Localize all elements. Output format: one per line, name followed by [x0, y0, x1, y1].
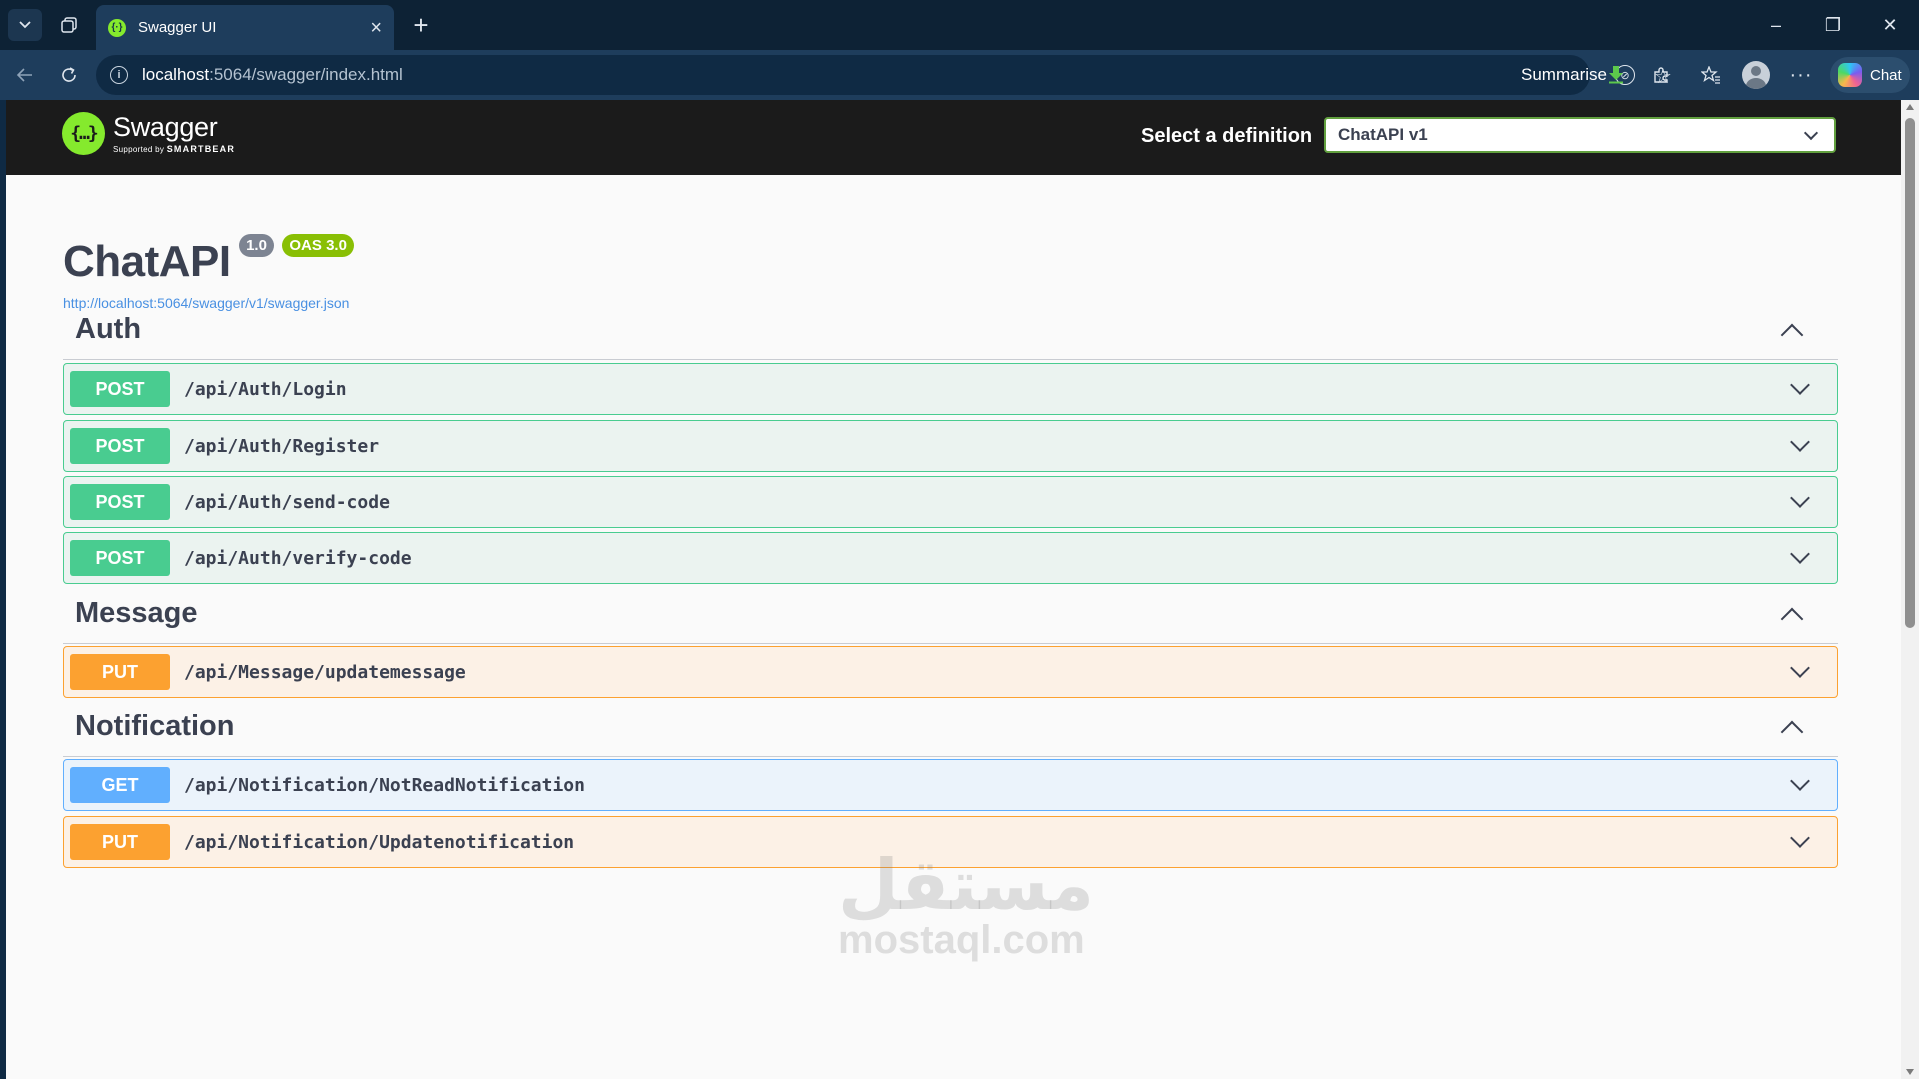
back-button[interactable]: [8, 58, 42, 92]
operation-row[interactable]: POST /api/Auth/Login: [63, 363, 1838, 415]
section-title: Message: [75, 597, 198, 629]
scroll-down-arrow-icon[interactable]: [1906, 1069, 1914, 1075]
chevron-down-icon[interactable]: [1790, 432, 1810, 452]
operation-row[interactable]: POST /api/Auth/send-code: [63, 476, 1838, 528]
chevron-down-icon[interactable]: [1790, 488, 1810, 508]
avatar: [1742, 61, 1770, 89]
site-info-icon[interactable]: i: [110, 66, 128, 84]
reload-icon: [62, 67, 76, 82]
new-tab-button[interactable]: +: [404, 9, 438, 41]
method-badge: PUT: [70, 654, 170, 690]
operation-row[interactable]: POST /api/Auth/verify-code: [63, 532, 1838, 584]
chevron-down-icon[interactable]: [1790, 658, 1810, 678]
chevron-up-icon[interactable]: [1780, 720, 1804, 743]
browser-tab-bar: {·} Swagger UI × + – ❐ ✕: [0, 0, 1919, 50]
workspaces-icon: [61, 17, 77, 33]
tab-list-button[interactable]: [8, 9, 42, 41]
operation-row[interactable]: POST /api/Auth/Register: [63, 420, 1838, 472]
window-minimize-button[interactable]: –: [1748, 8, 1804, 42]
tab-close-icon[interactable]: ×: [370, 18, 382, 38]
chevron-down-icon: [1803, 125, 1819, 140]
copilot-icon: [1838, 63, 1862, 87]
more-menu-icon[interactable]: ···: [1783, 58, 1819, 92]
operation-row[interactable]: PUT /api/Message/updatemessage: [63, 646, 1838, 698]
operation-row[interactable]: GET /api/Notification/NotReadNotificatio…: [63, 759, 1838, 811]
method-badge: PUT: [70, 824, 170, 860]
chevron-down-icon[interactable]: [1790, 771, 1810, 791]
method-badge: POST: [70, 484, 170, 520]
profile-button[interactable]: [1738, 58, 1774, 92]
version-badge: 1.0: [239, 234, 274, 257]
scroll-thumb[interactable]: [1905, 118, 1915, 628]
arrow-left-icon: [16, 68, 32, 82]
workspaces-button[interactable]: [52, 9, 86, 41]
api-info: ChatAPI 1.0 OAS 3.0: [63, 234, 354, 287]
chevron-up-icon[interactable]: [1780, 323, 1804, 346]
section-title: Notification: [75, 710, 235, 742]
method-badge: POST: [70, 428, 170, 464]
watermark-latin: mostaql.com: [838, 918, 1085, 962]
definition-value: ChatAPI v1: [1338, 125, 1428, 144]
url-path: :5064/swagger/index.html: [209, 65, 403, 84]
swagger-logo[interactable]: {…} Swagger Supported by SMARTBEAR: [62, 112, 235, 155]
operation-path: /api/Auth/Login: [184, 378, 347, 400]
section-header[interactable]: Message: [63, 584, 1838, 644]
swagger-topbar: {…} Swagger Supported by SMARTBEAR Selec…: [6, 100, 1901, 175]
favorites-icon[interactable]: [1693, 58, 1729, 92]
section-title: Auth: [75, 313, 142, 345]
chevron-down-icon: [19, 21, 31, 29]
oas-badge: OAS 3.0: [282, 234, 354, 257]
logo-subtitle: Supported by SMARTBEAR: [113, 143, 236, 154]
logo-name: Swagger: [113, 111, 218, 142]
reload-button[interactable]: [52, 58, 86, 92]
chevron-down-icon[interactable]: [1790, 828, 1810, 848]
chevron-up-icon[interactable]: [1780, 607, 1804, 630]
operation-path: /api/Auth/verify-code: [184, 547, 412, 569]
browser-tab[interactable]: {·} Swagger UI ×: [96, 5, 394, 50]
operation-path: /api/Notification/NotReadNotification: [184, 774, 585, 796]
section-message[interactable]: Message: [63, 584, 1838, 644]
section-header[interactable]: Notification: [63, 697, 1838, 757]
definition-select[interactable]: ChatAPI v1: [1324, 117, 1836, 153]
browser-address-row: i localhost:5064/swagger/index.html Summ…: [0, 50, 1919, 100]
address-bar[interactable]: i localhost:5064/swagger/index.html Summ…: [96, 55, 1672, 95]
section-header[interactable]: Auth: [63, 300, 1838, 360]
copilot-chat-button[interactable]: Chat: [1830, 57, 1910, 93]
section-notification[interactable]: Notification: [63, 697, 1838, 757]
scroll-up-arrow-icon[interactable]: [1906, 104, 1914, 110]
window-restore-button[interactable]: ❐: [1805, 8, 1861, 42]
method-badge: POST: [70, 371, 170, 407]
tab-title: Swagger UI: [138, 19, 217, 36]
watermark-arabic: مستقل: [838, 844, 1095, 926]
vertical-scrollbar[interactable]: [1901, 100, 1919, 1079]
operation-path: /api/Auth/send-code: [184, 491, 390, 513]
swagger-logo-icon: {…}: [62, 112, 105, 155]
method-badge: POST: [70, 540, 170, 576]
window-close-button[interactable]: ✕: [1862, 8, 1918, 42]
operation-path: /api/Message/updatemessage: [184, 661, 466, 683]
mostaql-watermark: مستقل mostaql.com: [838, 844, 1095, 962]
swagger-favicon-icon: {·}: [108, 18, 126, 37]
section-auth[interactable]: Auth: [63, 300, 1838, 360]
method-badge: GET: [70, 767, 170, 803]
chevron-down-icon[interactable]: [1790, 544, 1810, 564]
extensions-icon[interactable]: [1643, 58, 1679, 92]
summarise-label: Summarise: [1521, 65, 1607, 84]
operation-path: /api/Auth/Register: [184, 435, 380, 457]
download-icon[interactable]: [1598, 58, 1634, 92]
definition-label: Select a definition: [1141, 125, 1313, 147]
page-title: ChatAPI: [63, 237, 231, 286]
chevron-down-icon[interactable]: [1790, 375, 1810, 395]
chat-label: Chat: [1870, 66, 1902, 84]
url-host: localhost: [142, 65, 210, 84]
